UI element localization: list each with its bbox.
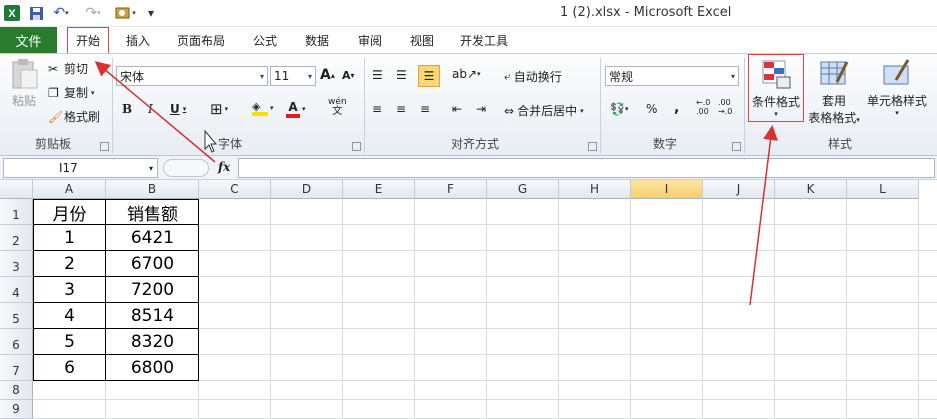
arrow-to-conditional-formatting [749, 125, 778, 306]
mouse-cursor-icon [204, 129, 218, 153]
arrow-to-home-tab [94, 61, 216, 163]
annotation-arrows [94, 61, 778, 306]
